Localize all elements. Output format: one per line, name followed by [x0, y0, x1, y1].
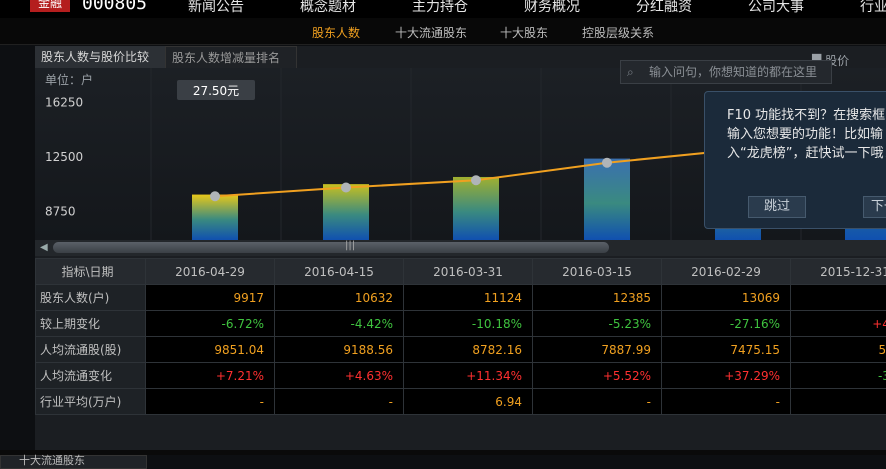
table-row: 较上期变化-6.72%-4.42%-10.18%-5.23%-27.16%+43…: [36, 311, 886, 337]
price-point: [210, 191, 220, 201]
table-cell: 9917: [146, 285, 275, 311]
search-icon: ⌕: [627, 61, 634, 83]
table-cell: 11124: [404, 285, 533, 311]
subnav-top10-float[interactable]: 十大流通股东: [395, 24, 467, 41]
sub-nav: 股东人数 十大流通股东 十大股东 控股层级关系: [0, 18, 886, 45]
table-cell: -30.4: [791, 363, 886, 389]
table-cell: -27.16%: [662, 311, 791, 337]
table-row: 股东人数(户)99171063211124123851306917: [36, 285, 886, 311]
y-tick-label: 8750: [45, 205, 76, 219]
row-label: 行业平均(万户): [36, 389, 146, 415]
stock-code: 000805: [82, 0, 147, 14]
y-tick-label: 12500: [45, 150, 83, 164]
table-row: 行业平均(万户)--6.94---: [36, 389, 886, 415]
table-date-header: 2016-04-15: [275, 259, 404, 285]
tab-change-ranking[interactable]: 股东人数增减量排名: [165, 46, 297, 70]
table-cell: 7887.99: [533, 337, 662, 363]
price-tooltip-text: 27.50元: [193, 84, 239, 98]
subnav-shareholder-count[interactable]: 股东人数: [312, 24, 360, 41]
nav-finance[interactable]: 财务概况: [524, 0, 580, 16]
table-cell: 12385: [533, 285, 662, 311]
nav-holdings[interactable]: 主力持仓: [412, 0, 468, 16]
top-nav: 金融 000805 新闻公告 概念题材 主力持仓 财务概况 分红融资 公司大事 …: [0, 0, 886, 18]
table-date-header: 2016-04-29: [146, 259, 275, 285]
table-cell: -5.23%: [533, 311, 662, 337]
table-cell: -: [275, 389, 404, 415]
table-cell: 8782.16: [404, 337, 533, 363]
table-cell: -: [533, 389, 662, 415]
table-cell: -10.18%: [404, 311, 533, 337]
y-axis-unit: 单位：户: [45, 72, 93, 87]
scroll-left-icon[interactable]: ◀: [40, 242, 48, 253]
table-date-header: 2016-02-29: [662, 259, 791, 285]
nav-dividend[interactable]: 分红融资: [636, 0, 692, 16]
table-cell: 9188.56: [275, 337, 404, 363]
shareholder-table: 指标\日期2016-04-292016-04-152016-03-312016-…: [35, 258, 886, 415]
market-badge: 金融: [30, 0, 70, 12]
nav-news[interactable]: 新闻公告: [188, 0, 244, 16]
table-header-row: 指标\日期2016-04-292016-04-152016-03-312016-…: [36, 259, 886, 285]
nav-industry[interactable]: 行业: [860, 0, 886, 16]
table-cell: 10632: [275, 285, 404, 311]
table-cell: 13069: [662, 285, 791, 311]
table-cell: +7.21%: [146, 363, 275, 389]
nav-events[interactable]: 公司大事: [748, 0, 804, 16]
table-cell: +43.2: [791, 311, 886, 337]
bar-shareholder-count: [584, 159, 630, 240]
table-cell: 17: [791, 285, 886, 311]
scroll-grip-icon: |||: [345, 240, 355, 251]
nav-concept[interactable]: 概念题材: [300, 0, 356, 16]
search-placeholder: 输入问句，你想知道的都在这里: [649, 61, 817, 83]
table-cell: -: [791, 389, 886, 415]
price-point: [471, 175, 481, 185]
bottom-tab[interactable]: 十大流通股东: [0, 455, 147, 469]
bottom-tab-label: 十大流通股东: [19, 452, 85, 468]
table-cell: +4.63%: [275, 363, 404, 389]
table-header-label: 指标\日期: [36, 259, 146, 285]
table-row: 人均流通变化+7.21%+4.63%+11.34%+5.52%+37.29%-3…: [36, 363, 886, 389]
table-date-header: 2015-12-31: [791, 259, 886, 285]
table-cell: 7475.15: [662, 337, 791, 363]
row-label: 人均流通变化: [36, 363, 146, 389]
subnav-holding-structure[interactable]: 控股层级关系: [582, 24, 654, 41]
price-point: [341, 183, 351, 193]
table-row: 人均流通股(股)9851.049188.568782.167887.997475…: [36, 337, 886, 363]
subnav-top10[interactable]: 十大股东: [500, 24, 548, 41]
table-cell: -4.42%: [275, 311, 404, 337]
table-cell: -6.72%: [146, 311, 275, 337]
y-tick-label: 16250: [45, 95, 83, 109]
next-button[interactable]: 下一: [863, 196, 886, 218]
search-box[interactable]: ⌕ 输入问句，你想知道的都在这里: [620, 60, 832, 84]
table-cell: +5.52%: [533, 363, 662, 389]
scroll-thumb[interactable]: [53, 242, 609, 253]
table-date-header: 2016-03-15: [533, 259, 662, 285]
row-label: 股东人数(户): [36, 285, 146, 311]
feature-tip-popup: F10 功能找不到？在搜索框输入您想要的功能！比如输入“龙虎榜”，赶快试一下哦！…: [704, 91, 886, 229]
bar-shareholder-count: [192, 195, 238, 240]
table-cell: 6.94: [404, 389, 533, 415]
table-cell: +37.29%: [662, 363, 791, 389]
table-cell: +11.34%: [404, 363, 533, 389]
table-cell: 5444: [791, 337, 886, 363]
table-cell: -: [146, 389, 275, 415]
table-cell: -: [662, 389, 791, 415]
price-point: [602, 158, 612, 168]
tab-count-vs-price[interactable]: 股东人数与股价比较: [35, 46, 169, 68]
table-date-header: 2016-03-31: [404, 259, 533, 285]
row-label: 人均流通股(股): [36, 337, 146, 363]
row-label: 较上期变化: [36, 311, 146, 337]
chart-scrollbar[interactable]: ◀ |||: [35, 240, 886, 256]
skip-button[interactable]: 跳过: [748, 196, 806, 218]
tip-message: F10 功能找不到？在搜索框输入您想要的功能！比如输入“龙虎榜”，赶快试一下哦！: [727, 106, 886, 163]
table-cell: 9851.04: [146, 337, 275, 363]
bar-shareholder-count: [453, 177, 499, 240]
